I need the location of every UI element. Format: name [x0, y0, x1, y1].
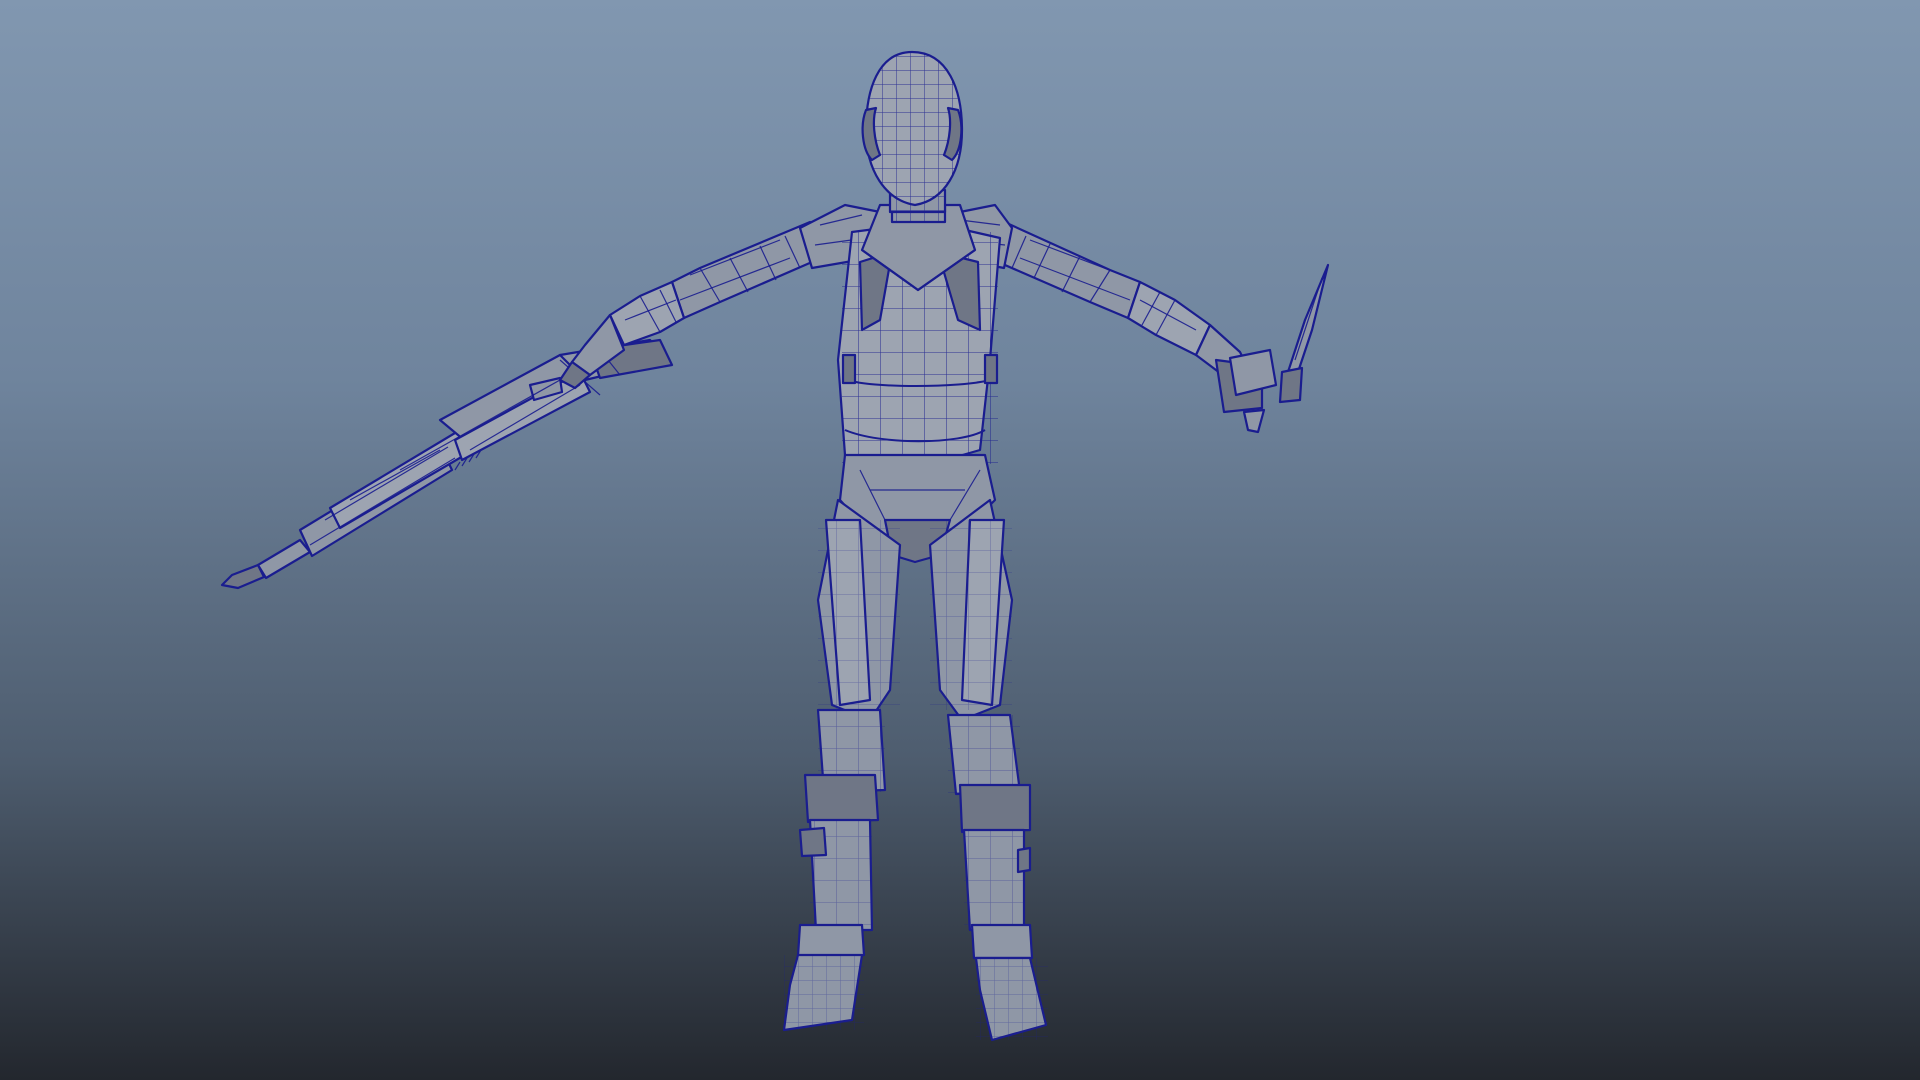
- right-leg-mesh[interactable]: [928, 498, 1048, 1042]
- torso-mesh[interactable]: [836, 203, 1002, 472]
- head-mesh[interactable]: [860, 50, 970, 210]
- 3d-viewport[interactable]: [0, 0, 1920, 1080]
- scene-canvas[interactable]: [0, 0, 1920, 1080]
- rifle-mesh[interactable]: [220, 338, 674, 590]
- right-arm-mesh[interactable]: [996, 218, 1278, 414]
- left-arm-mesh[interactable]: [558, 220, 814, 390]
- left-leg-mesh[interactable]: [782, 498, 902, 1032]
